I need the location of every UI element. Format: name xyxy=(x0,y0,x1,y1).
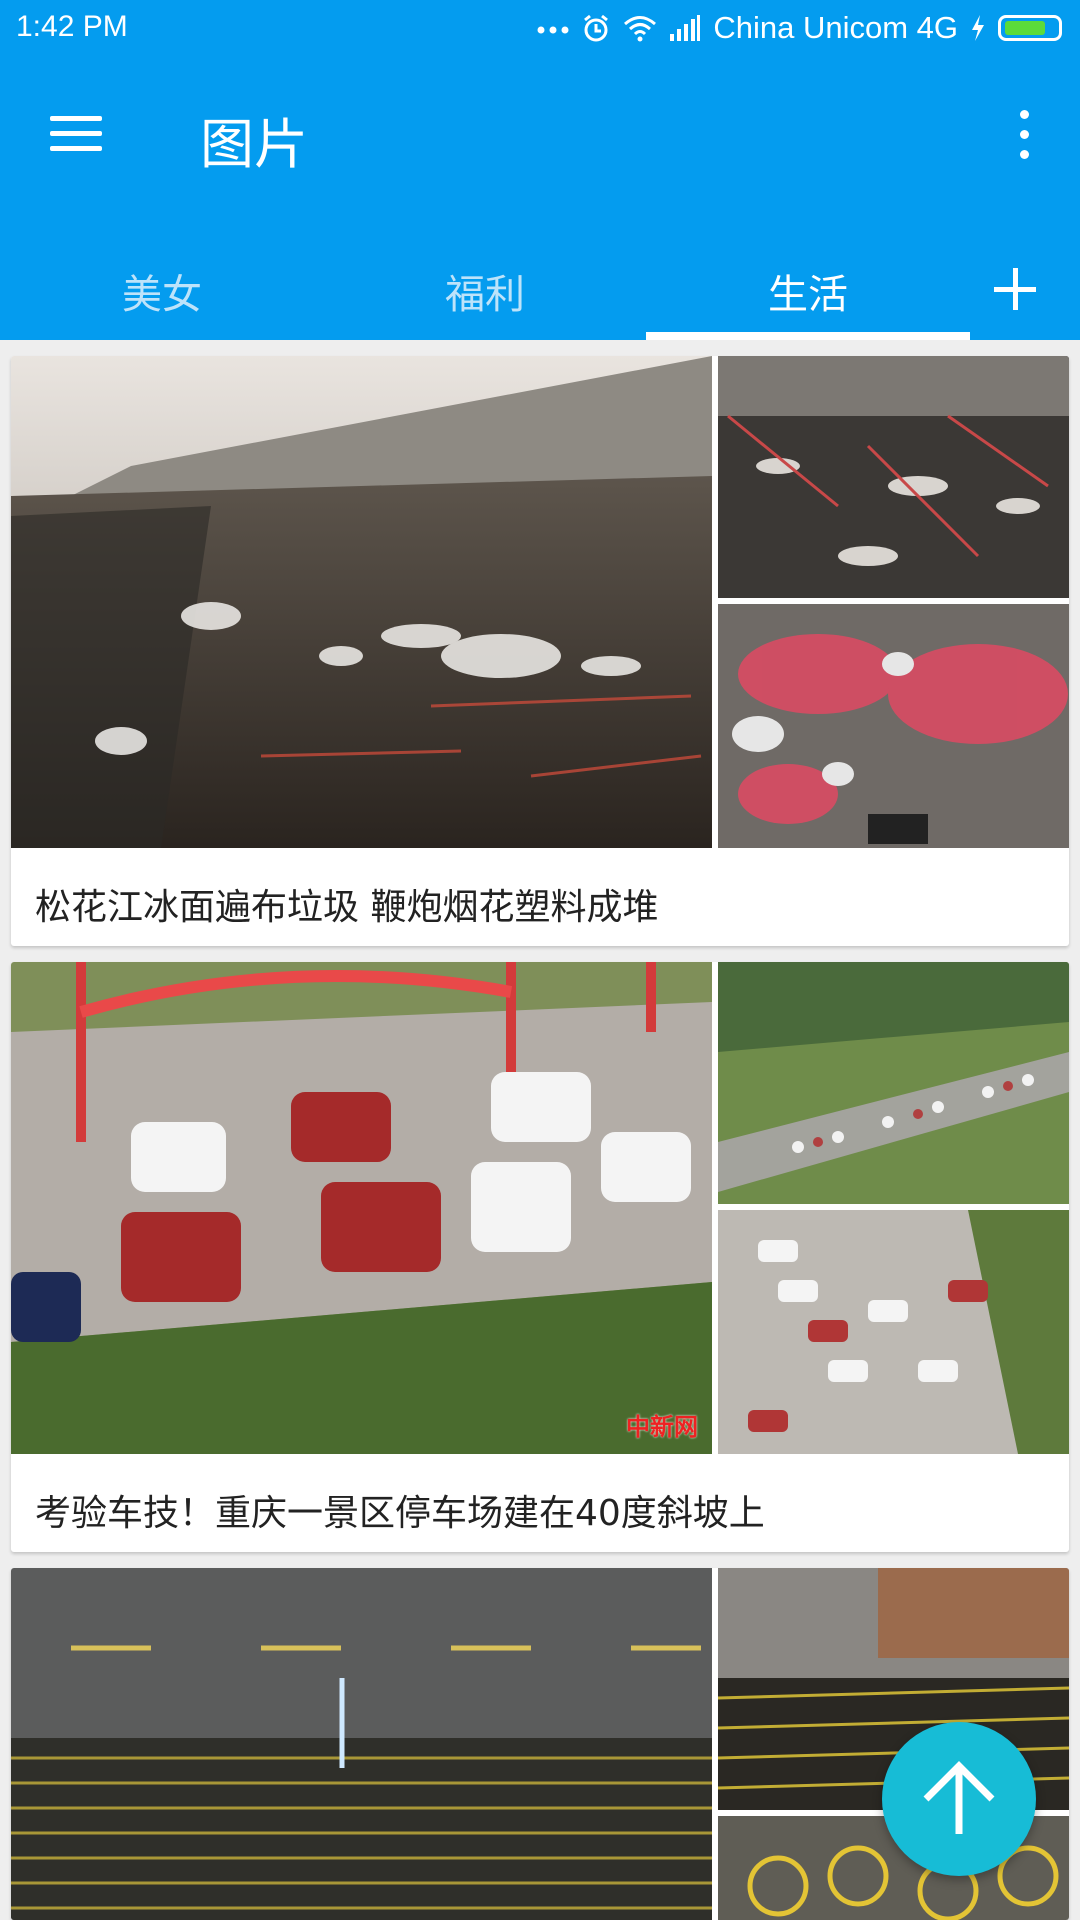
status-time: 1:42 PM xyxy=(16,10,128,43)
card-main-image xyxy=(11,356,712,848)
status-bar: 1:42 PM China Unicom 4G xyxy=(0,0,1080,56)
scroll-to-top-button[interactable] xyxy=(882,1722,1036,1876)
carrier-label: China Unicom 4G xyxy=(713,10,958,45)
news-card[interactable]: 松花江冰面遍布垃圾 鞭炮烟花塑料成堆 xyxy=(11,356,1069,946)
card-caption: 松花江冰面遍布垃圾 鞭炮烟花塑料成堆 xyxy=(35,887,659,928)
wifi-icon xyxy=(623,14,657,42)
overflow-menu-button[interactable] xyxy=(1004,104,1044,164)
card-main-image: 中新网 xyxy=(11,962,712,1454)
app-bar: 图片 美女 福利 生活 xyxy=(0,56,1080,340)
tab-fuli[interactable]: 福利 xyxy=(323,242,647,340)
card-side-image-top xyxy=(718,962,1069,1204)
more-notifications-icon xyxy=(537,22,569,34)
tab-meinv[interactable]: 美女 xyxy=(0,242,324,340)
charging-icon xyxy=(970,14,986,42)
arrow-up-icon xyxy=(923,1761,995,1834)
menu-button[interactable] xyxy=(40,102,112,166)
status-icons: China Unicom 4G xyxy=(537,8,1062,48)
card-side-image-bottom xyxy=(718,604,1069,848)
tab-shenghuo[interactable]: 生活 xyxy=(646,242,970,340)
news-card[interactable]: 中新网 考验车技！重庆一景区停车场建在40度斜坡上 xyxy=(11,962,1069,1552)
watermark-logo: 中新网 xyxy=(626,1412,698,1441)
card-side-image-bottom xyxy=(718,1210,1069,1454)
tab-indicator xyxy=(646,332,970,340)
alarm-icon xyxy=(581,13,611,43)
card-main-image xyxy=(11,1568,712,1920)
card-side-image-top xyxy=(718,356,1069,598)
page-title: 图片 xyxy=(200,113,308,176)
add-tab-icon[interactable] xyxy=(980,254,1050,324)
battery-icon xyxy=(998,15,1062,41)
category-tabs: 美女 福利 生活 xyxy=(0,242,1080,340)
signal-icon xyxy=(669,14,701,42)
card-caption: 考验车技！重庆一景区停车场建在40度斜坡上 xyxy=(35,1493,765,1534)
